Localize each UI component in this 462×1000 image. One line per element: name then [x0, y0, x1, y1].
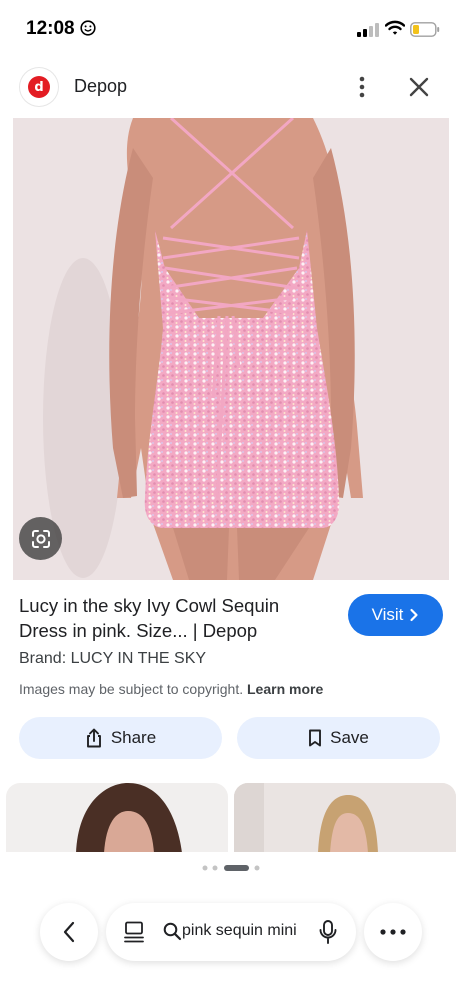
source-name: Depop [74, 76, 128, 96]
save-label: Save [330, 728, 369, 747]
mic-icon[interactable] [319, 919, 337, 945]
brand-text: Brand: LUCY IN THE SKY [19, 650, 207, 667]
bottom-navigation: pink sequin mini [0, 903, 462, 961]
depop-logo: d [20, 68, 58, 106]
signal-icon [357, 23, 379, 37]
tabs-icon[interactable] [124, 921, 144, 943]
copyright-notice: Images may be subject to copyright. Lear… [19, 681, 323, 697]
chevron-right-icon [410, 608, 419, 622]
status-time: 12:08 [26, 18, 75, 39]
visit-label: Visit [371, 605, 404, 624]
copyright-text: Images may be subject to copyright. [19, 681, 244, 697]
result-image[interactable] [13, 118, 449, 580]
learn-more-link[interactable]: Learn more [247, 681, 323, 697]
google-lens-icon [31, 529, 50, 548]
page-indicator [202, 865, 260, 871]
bookmark-icon [309, 729, 322, 747]
google-lens-button[interactable] [19, 517, 62, 560]
search-bar[interactable]: pink sequin mini [106, 903, 356, 961]
battery-icon [410, 22, 440, 37]
back-button[interactable] [40, 903, 98, 961]
status-bar: 12:08 [0, 0, 462, 58]
smiley-icon [80, 20, 96, 36]
wifi-icon [385, 20, 405, 35]
more-options-button[interactable] [364, 903, 422, 961]
dress-photo [13, 118, 449, 580]
related-image [234, 783, 456, 853]
search-icon [163, 922, 182, 941]
more-vertical-icon[interactable] [350, 72, 374, 102]
result-header: d Depop [0, 62, 462, 110]
depop-logo-mark: d [28, 76, 50, 98]
result-title[interactable]: Lucy in the sky Ivy Cowl Sequin Dress in… [19, 593, 319, 643]
share-label: Share [110, 728, 157, 747]
close-icon[interactable] [404, 72, 434, 102]
related-result-thumbnail[interactable] [6, 783, 228, 853]
search-query[interactable]: pink sequin mini [182, 922, 300, 940]
share-icon [86, 728, 101, 748]
share-button[interactable]: Share [19, 717, 222, 759]
more-horizontal-icon [380, 929, 406, 935]
related-image [76, 783, 182, 853]
visit-button[interactable]: Visit [348, 594, 443, 636]
chevron-left-icon [63, 921, 75, 943]
save-button[interactable]: Save [237, 717, 440, 759]
related-result-thumbnail[interactable] [234, 783, 456, 853]
